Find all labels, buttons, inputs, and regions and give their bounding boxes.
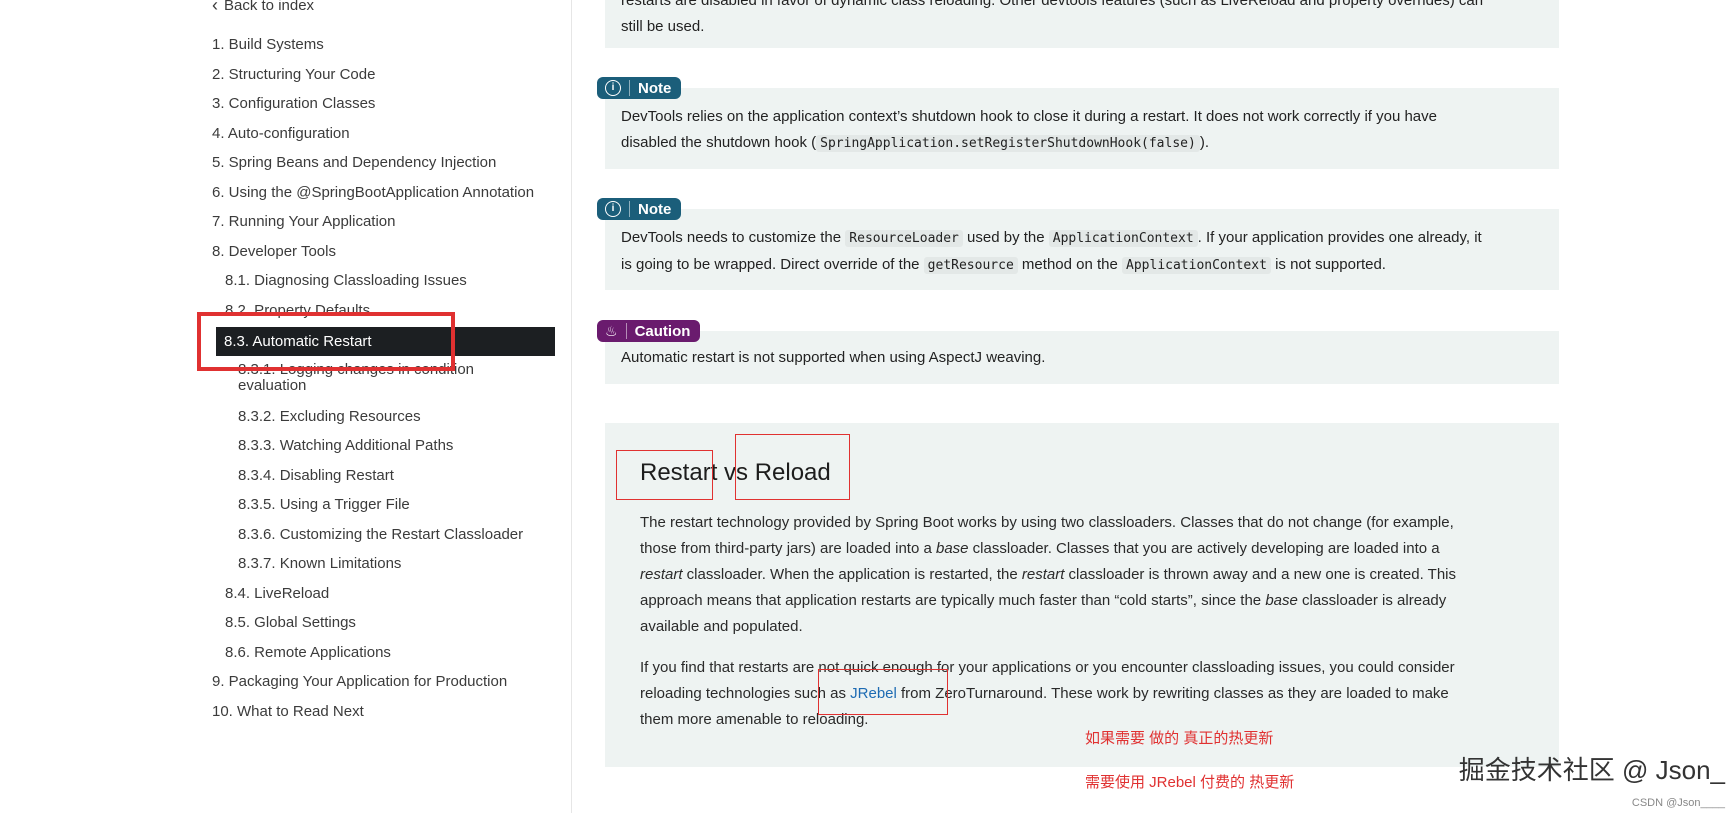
toc-item-diagnosing-classloading[interactable]: 8.1. Diagnosing Classloading Issues — [225, 272, 467, 289]
note-badge: i Note — [597, 77, 682, 99]
paragraph-line: disabled the shutdown hook (SpringApplic… — [621, 134, 1209, 152]
info-icon: i — [605, 80, 621, 96]
note-badge: i Note — [597, 198, 682, 220]
toc-item-packaging[interactable]: 9. Packaging Your Application for Produc… — [212, 673, 507, 690]
section-heading: Restart vs Reload — [640, 459, 831, 486]
inline-code: ApplicationContext — [1122, 257, 1271, 274]
toc-item-known-limitations[interactable]: 8.3.7. Known Limitations — [238, 555, 401, 572]
paragraph-line: DevTools needs to customize the Resource… — [621, 229, 1482, 247]
toc-item-logging-changes[interactable]: 8.3.1. Logging changes in condition eval… — [238, 362, 508, 394]
watermark-juejin: 掘金技术社区 @ Json_ — [1458, 755, 1725, 785]
toc-item-disabling-restart[interactable]: 8.3.4. Disabling Restart — [238, 467, 394, 484]
toc-item-trigger-file[interactable]: 8.3.5. Using a Trigger File — [238, 496, 410, 513]
toc-item-global-settings[interactable]: 8.5. Global Settings — [225, 614, 356, 631]
toc-item-configuration-classes[interactable]: 3. Configuration Classes — [212, 95, 375, 112]
toc-item-excluding-resources[interactable]: 8.3.2. Excluding Resources — [238, 408, 421, 425]
annotation-text-hot-update: 如果需要 做的 真正的热更新 — [1085, 730, 1274, 747]
jrebel-link[interactable]: JRebel — [850, 685, 897, 702]
toc-item-customizing-classloader[interactable]: 8.3.6. Customizing the Restart Classload… — [238, 526, 523, 543]
paragraph-jrebel: If you find that restarts are not quick … — [640, 659, 1455, 728]
admonition-top-continuation: restarts are disabled in favor of dynami… — [605, 0, 1559, 48]
annotation-text-jrebel-paid: 需要使用 JRebel 付费的 热更新 — [1085, 774, 1295, 791]
caution-badge: ♨ Caution — [597, 320, 701, 342]
inline-code: SpringApplication.setRegisterShutdownHoo… — [816, 135, 1200, 152]
info-icon: i — [605, 201, 621, 217]
toc-item-running-application[interactable]: 7. Running Your Application — [212, 213, 395, 230]
toc-item-watching-paths[interactable]: 8.3.3. Watching Additional Paths — [238, 437, 453, 454]
toc-item-what-to-read-next[interactable]: 10. What to Read Next — [212, 703, 364, 720]
section-restart-vs-reload: Restart vs Reload The restart technology… — [605, 423, 1559, 767]
inline-code: getResource — [923, 257, 1018, 274]
main-content: restarts are disabled in favor of dynami… — [572, 0, 1735, 813]
flame-icon: ♨ — [605, 322, 618, 339]
toc-item-automatic-restart-active[interactable]: 8.3. Automatic Restart — [216, 327, 555, 356]
note-admonition-resource-loader: DevTools needs to customize the Resource… — [605, 209, 1559, 290]
note-admonition-shutdown-hook: DevTools relies on the application conte… — [605, 88, 1559, 169]
chevron-left-icon: ‹ — [212, 0, 218, 15]
paragraph-restart-technology: The restart technology provided by Sprin… — [640, 514, 1456, 635]
toc-item-remote-applications[interactable]: 8.6. Remote Applications — [225, 644, 391, 661]
paragraph-line: still be used. — [621, 18, 705, 35]
toc-item-auto-configuration[interactable]: 4. Auto-configuration — [212, 125, 350, 142]
paragraph-line: is going to be wrapped. Direct override … — [621, 256, 1386, 274]
paragraph-line: restarts are disabled in favor of dynami… — [621, 0, 1484, 9]
toc-item-springbootapplication[interactable]: 6. Using the @SpringBootApplication Anno… — [212, 184, 534, 201]
caution-admonition: Automatic restart is not supported when … — [605, 331, 1559, 384]
paragraph-line: Automatic restart is not supported when … — [621, 349, 1046, 366]
inline-code: ResourceLoader — [845, 230, 963, 247]
sidebar-toc: ‹ Back to index 1. Build Systems 2. Stru… — [0, 0, 572, 813]
toc-item-spring-beans[interactable]: 5. Spring Beans and Dependency Injection — [212, 154, 496, 171]
toc-item-structuring-code[interactable]: 2. Structuring Your Code — [212, 66, 375, 83]
toc-item-build-systems[interactable]: 1. Build Systems — [212, 36, 324, 53]
inline-code: ApplicationContext — [1048, 230, 1198, 247]
paragraph-line: DevTools relies on the application conte… — [621, 108, 1437, 125]
toc-item-livereload[interactable]: 8.4. LiveReload — [225, 585, 329, 602]
toc-item-property-defaults[interactable]: 8.2. Property Defaults — [225, 302, 370, 319]
toc-item-developer-tools[interactable]: 8. Developer Tools — [212, 243, 336, 260]
watermark-csdn: CSDN @Json____ — [1631, 797, 1725, 809]
back-to-index-link[interactable]: ‹ Back to index — [212, 0, 314, 14]
